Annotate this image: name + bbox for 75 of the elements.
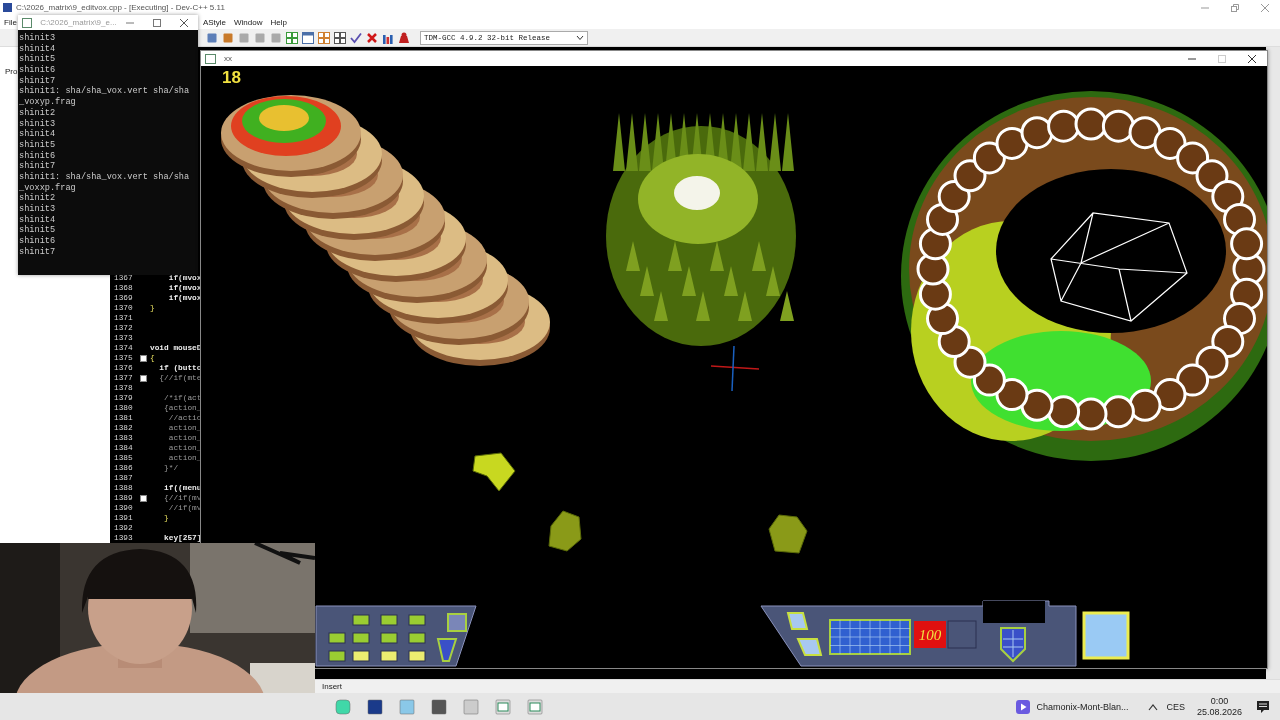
hud-screen [983, 601, 1045, 623]
fold-toggle[interactable] [140, 374, 147, 382]
console-line: shinit1: sha/sha_vox.vert sha/sha [19, 86, 191, 97]
cross-icon[interactable] [366, 31, 378, 44]
menu-item[interactable]: File [0, 17, 21, 27]
hud-slot[interactable] [380, 614, 398, 626]
blob-drawing [548, 510, 582, 552]
fold-toggle[interactable] [140, 494, 147, 502]
app-icon [3, 3, 12, 12]
hud-slot[interactable] [352, 614, 370, 626]
console-line: shinit7 [19, 75, 57, 86]
console-line: shinit4 [19, 129, 57, 140]
console-line: shinit5 [19, 225, 57, 236]
console-line: shinit3 [19, 118, 57, 129]
console-line: shinit4 [19, 214, 57, 225]
app-icon[interactable] [367, 698, 383, 715]
maximize-button[interactable] [152, 17, 163, 28]
console-icon [22, 17, 33, 28]
hud-slot[interactable] [408, 614, 426, 626]
language-indicator[interactable]: CES [1166, 701, 1185, 712]
restore-button[interactable] [1230, 2, 1240, 13]
console-line: _voxxp.frag [19, 182, 77, 193]
window-title: C:\2026_matrix\9_editvox.cpp - [Executing] - Dev-C++ 5.11 [16, 3, 225, 12]
clock-date[interactable]: 25.08.2026 [1196, 707, 1242, 717]
hud-screen [947, 620, 977, 649]
play-icon[interactable] [1016, 699, 1031, 714]
chevron-up-icon[interactable] [1148, 702, 1159, 711]
console-line: shinit5 [19, 139, 57, 151]
menu-item[interactable]: AStyle [198, 17, 230, 27]
hud-slot[interactable] [380, 632, 398, 644]
close-button[interactable] [179, 17, 190, 28]
hud-slot[interactable] [352, 632, 370, 644]
app-icon[interactable] [431, 698, 447, 715]
grid-icon[interactable] [334, 31, 346, 44]
hud-slot[interactable] [328, 650, 346, 662]
hud-slot[interactable] [408, 650, 426, 662]
window-icon[interactable] [302, 31, 314, 44]
console-line: shinit2 [19, 193, 57, 204]
console-line: shinit1: sha/sha_vox.vert sha/sha [19, 171, 191, 183]
media-title[interactable]: Chamonix-Mont-Blan... [1036, 701, 1129, 712]
console-line: shinit4 [19, 43, 57, 54]
console-line: shinit2 [19, 107, 57, 119]
menu-item[interactable]: Window [230, 17, 267, 27]
console-line: shinit3 [19, 204, 57, 215]
fps-counter: 18 [222, 68, 241, 88]
console-line: shinit7 [19, 161, 57, 172]
console-line: shinit6 [19, 236, 57, 247]
caret-icon [576, 34, 584, 41]
menu-item[interactable]: Help [266, 17, 291, 27]
grid-icon[interactable] [286, 31, 298, 44]
console-line: shinit6 [19, 65, 57, 76]
console-line: shinit3 [19, 33, 57, 44]
close-button[interactable] [1247, 53, 1257, 64]
blob-drawing [472, 452, 516, 492]
window-title: xx [224, 54, 232, 63]
console-line: shinit7 [19, 246, 57, 258]
blob-drawing [768, 514, 808, 554]
clock-time[interactable]: 0:00 [1210, 696, 1229, 706]
console-line: shinit6 [19, 150, 57, 161]
project-tab[interactable]: Pro [5, 67, 18, 76]
crosshair-icon [710, 345, 760, 392]
window-icon [205, 53, 216, 64]
console-line: _voxyp.frag [19, 97, 77, 108]
notification-icon[interactable] [1256, 699, 1270, 714]
grid-icon[interactable] [318, 31, 330, 44]
hud-slot[interactable] [352, 650, 370, 662]
status-text: Insert [322, 682, 342, 691]
hud-slot[interactable] [328, 632, 346, 644]
window-title: C:\2026_matrix\9_e... [40, 18, 117, 27]
hud-slot[interactable] [380, 650, 398, 662]
hud-slot[interactable] [408, 632, 426, 644]
check-icon[interactable] [350, 31, 362, 44]
console-line: shinit5 [19, 54, 57, 65]
fold-toggle[interactable] [140, 354, 147, 362]
number-display: 100 [914, 621, 946, 648]
